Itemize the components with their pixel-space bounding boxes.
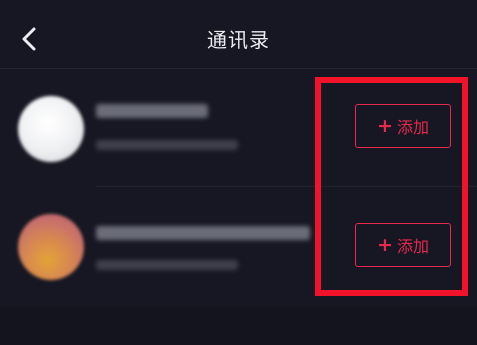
bottom-area (0, 306, 477, 345)
contact-row: + 添加 (0, 70, 477, 188)
page-title: 通讯录 (207, 28, 270, 52)
contact-detail-redacted (96, 260, 238, 270)
contact-name-redacted (96, 104, 208, 118)
plus-icon: + (377, 114, 393, 137)
row-divider (96, 186, 477, 187)
add-contact-button[interactable]: + 添加 (355, 104, 451, 148)
add-contact-button[interactable]: + 添加 (355, 223, 451, 267)
contact-detail-redacted (96, 140, 238, 150)
contact-row: + 添加 (0, 188, 477, 306)
add-button-label: 添加 (396, 237, 429, 256)
plus-icon: + (377, 233, 393, 256)
add-button-label: 添加 (396, 118, 429, 137)
header-divider (0, 68, 477, 69)
avatar (18, 214, 84, 280)
contact-name-redacted (96, 226, 310, 240)
avatar (18, 96, 84, 162)
top-bar: 通讯录 (0, 0, 477, 70)
